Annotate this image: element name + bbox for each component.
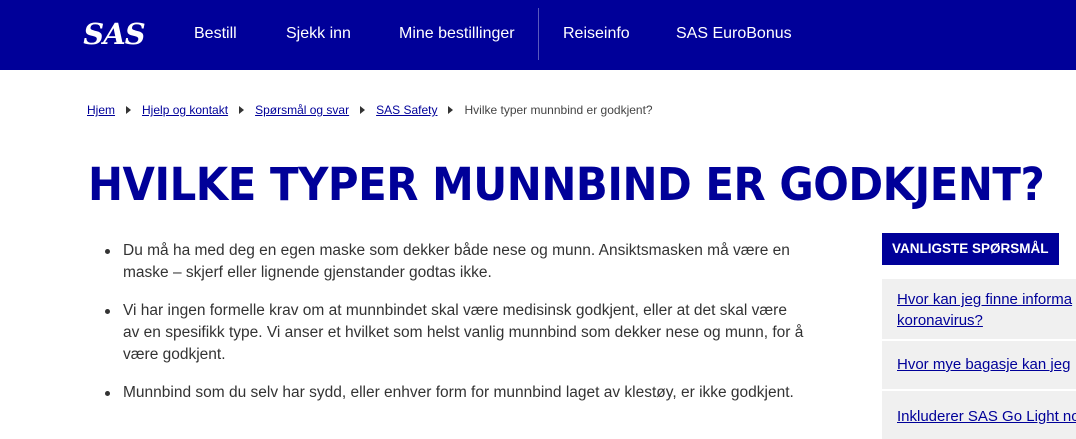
faq-sidebar: VANLIGSTE SPØRSMÅL Hvor kan jeg finne in… — [882, 233, 1076, 439]
answer-content: Du må ha med deg en egen maske som dekke… — [104, 240, 804, 420]
faq-item-label: Inkluderer SAS Go Light no — [897, 408, 1076, 425]
faq-header: VANLIGSTE SPØRSMÅL — [882, 233, 1059, 265]
sas-logo[interactable]: SAS — [76, 18, 152, 50]
faq-item[interactable]: Inkluderer SAS Go Light no — [882, 391, 1076, 439]
breadcrumb-sas-safety-link[interactable]: SAS Safety — [376, 103, 437, 117]
top-navigation-bar: SAS Bestill Sjekk inn Mine bestillinger … — [0, 0, 1076, 70]
faq-item[interactable]: Hvor kan jeg finne informa koronavirus? — [882, 279, 1076, 339]
breadcrumb-arrow-icon — [448, 106, 454, 114]
page-title: HVILKE TYPER MUNNBIND ER GODKJENT? — [88, 158, 1045, 211]
nav-reiseinfo[interactable]: Reiseinfo — [563, 25, 630, 43]
faq-item[interactable]: Hvor mye bagasje kan jeg — [882, 341, 1076, 389]
nav-mine-bestillinger[interactable]: Mine bestillinger — [399, 25, 515, 43]
answer-bullet: Vi har ingen formelle krav om at munnbin… — [104, 300, 804, 366]
nav-sas-eurobonus[interactable]: SAS EuroBonus — [676, 25, 792, 43]
nav-sjekk-inn[interactable]: Sjekk inn — [286, 25, 351, 43]
answer-bullet-list: Du må ha med deg en egen maske som dekke… — [104, 240, 804, 404]
faq-item-label: Hvor mye bagasje kan jeg — [897, 356, 1071, 373]
breadcrumb: Hjem Hjelp og kontakt Spørsmål og svar S… — [87, 103, 653, 117]
svg-text:SAS: SAS — [83, 18, 144, 50]
answer-bullet: Munnbind som du selv har sydd, eller enh… — [104, 382, 804, 404]
breadcrumb-arrow-icon — [126, 106, 132, 114]
answer-bullet: Du må ha med deg en egen maske som dekke… — [104, 240, 804, 284]
nav-bestill[interactable]: Bestill — [194, 25, 237, 43]
faq-item-label: Hvor kan jeg finne informa — [897, 291, 1073, 308]
faq-item-label-continued: koronavirus? — [897, 312, 983, 329]
nav-divider — [538, 8, 539, 60]
breadcrumb-arrow-icon — [239, 106, 245, 114]
breadcrumb-help-link[interactable]: Hjelp og kontakt — [142, 103, 228, 117]
breadcrumb-current-page: Hvilke typer munnbind er godkjent? — [464, 103, 653, 117]
breadcrumb-arrow-icon — [360, 106, 366, 114]
breadcrumb-home-link[interactable]: Hjem — [87, 103, 115, 117]
breadcrumb-faq-link[interactable]: Spørsmål og svar — [255, 103, 349, 117]
